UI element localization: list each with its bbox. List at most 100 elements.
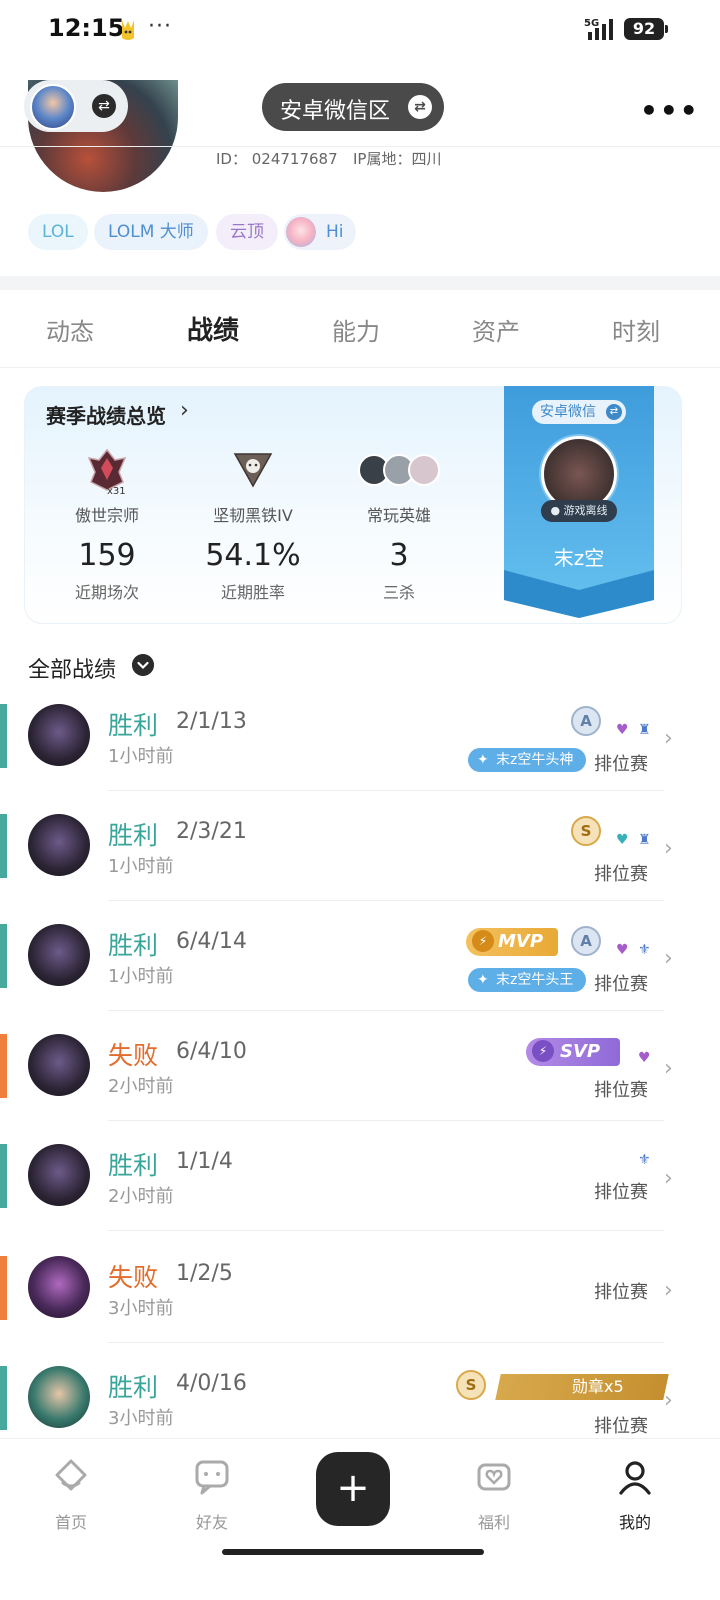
match-row[interactable]: 胜利 2/1/13 1小时前 A ♥ ♜ 末z空牛头神 排位赛 › — [0, 704, 720, 814]
svp-badge: SVP — [526, 1038, 620, 1066]
row-divider — [108, 1230, 664, 1231]
status-bar: 12:15 ··· 5G 92 — [0, 0, 720, 62]
stat-name: 傲世宗师 — [74, 506, 139, 525]
position-icon: ♥ — [616, 942, 629, 958]
match-result: 胜利 — [108, 1373, 159, 1402]
nav-label: 好友 — [195, 1513, 228, 1532]
hero-avatar — [28, 814, 90, 876]
match-result: 失败 — [108, 1263, 159, 1292]
chevron-right-icon: › — [664, 1056, 673, 1081]
chevron-right-icon: › — [664, 946, 673, 971]
tab-ability[interactable]: 能力 — [332, 312, 380, 347]
result-indicator — [0, 814, 7, 878]
grade-badge: A — [571, 706, 601, 736]
tab-moments[interactable]: 时刻 — [612, 312, 660, 347]
stat-value: 3 — [389, 538, 409, 573]
mvp-badge: MVP — [466, 928, 558, 956]
stat-caption: 三杀 — [382, 583, 415, 602]
match-time: 2小时前 — [108, 1186, 174, 1207]
result-indicator — [0, 704, 7, 768]
row-divider — [108, 1120, 664, 1121]
match-row[interactable]: 胜利 2/3/21 1小时前 S ♥ ♜ 排位赛 › — [0, 814, 720, 924]
nav-me[interactable]: 我的 — [595, 1457, 675, 1533]
nav-benefits[interactable]: 福利 — [454, 1457, 534, 1533]
match-kda: 1/2/5 — [176, 1261, 233, 1286]
title-badge: 末z空牛头神 — [468, 748, 586, 772]
result-indicator — [0, 1144, 7, 1208]
row-divider — [108, 900, 664, 901]
match-mode: 排位赛 — [594, 754, 648, 775]
hi-avatar — [286, 217, 316, 247]
hero-avatar — [28, 1034, 90, 1096]
chevron-right-icon: › — [664, 1388, 673, 1413]
chevron-right-icon: › — [664, 836, 673, 861]
tag-hi-label: Hi — [326, 222, 344, 242]
chevron-right-icon: › — [180, 398, 189, 423]
all-records-title[interactable]: 全部战绩 — [28, 652, 116, 684]
position-icon: ♥ — [638, 1050, 651, 1066]
chevron-down-icon[interactable] — [132, 654, 154, 676]
hero-avatar — [28, 924, 90, 986]
row-divider — [108, 1010, 664, 1011]
header-divider — [0, 146, 720, 147]
hero-avatar — [28, 1366, 90, 1428]
tag-hi[interactable]: Hi — [284, 214, 356, 250]
hero-avatar — [28, 704, 90, 766]
tag-tft[interactable]: 云顶 — [216, 214, 278, 250]
home-icon — [55, 1459, 87, 1491]
stat-caption: 近期场次 — [74, 583, 139, 602]
match-result: 胜利 — [108, 711, 159, 740]
region-label: 安卓微信区 — [280, 99, 391, 124]
signal-icon: 5G — [584, 18, 613, 40]
hero-avatar — [28, 1256, 90, 1318]
swap-icon: ⇄ — [408, 95, 432, 119]
tab-dynamics[interactable]: 动态 — [46, 312, 94, 347]
match-result: 胜利 — [108, 931, 159, 960]
stat-heroes: 常玩英雄 3 三杀 — [334, 448, 464, 603]
row-divider — [108, 1342, 664, 1343]
support-icon: ♜ — [638, 722, 651, 738]
stat-value: 54.1% — [205, 538, 301, 573]
match-row[interactable]: 失败 1/2/5 3小时前 排位赛 › — [0, 1256, 720, 1366]
swap-icon[interactable]: ⇄ — [92, 94, 116, 118]
iron-rank-icon — [233, 453, 273, 488]
profile-icon — [619, 1461, 651, 1495]
match-kda: 4/0/16 — [176, 1371, 247, 1396]
match-time: 3小时前 — [108, 1408, 174, 1429]
stat-winrate: 坚韧黑铁IV 54.1% 近期胜率 — [188, 448, 318, 603]
match-row[interactable]: 胜利 1/1/4 2小时前 ⚜ 排位赛 › — [0, 1144, 720, 1254]
support-icon: ⚜ — [638, 942, 651, 958]
result-indicator — [0, 1034, 7, 1098]
position-icon: ♥ — [616, 722, 629, 738]
chevron-right-icon: › — [664, 726, 673, 751]
stat-name: 坚韧黑铁IV — [213, 506, 293, 525]
grade-badge: S — [571, 816, 601, 846]
nav-friends[interactable]: 好友 — [172, 1457, 252, 1533]
match-row[interactable]: 失败 6/4/10 2小时前 SVP ♥ 排位赛 › — [0, 1034, 720, 1144]
match-result: 胜利 — [108, 821, 159, 850]
nav-home[interactable]: 首页 — [31, 1457, 111, 1533]
medal-badge: 勋章x5 — [495, 1374, 669, 1400]
hero-avatars-icon — [358, 454, 440, 486]
tab-records[interactable]: 战绩 — [187, 310, 239, 347]
stat-value: 159 — [78, 538, 136, 573]
match-kda: 1/1/4 — [176, 1149, 233, 1174]
stat-rank: 傲世宗师 159 近期场次 — [42, 448, 172, 603]
tab-assets[interactable]: 资产 — [472, 312, 520, 347]
season-title[interactable]: 赛季战绩总览 — [46, 400, 166, 429]
home-indicator — [222, 1549, 484, 1555]
tag-lol[interactable]: LOL — [28, 214, 88, 250]
match-mode: 排位赛 — [594, 1080, 648, 1101]
match-time: 3小时前 — [108, 1298, 174, 1319]
create-post-button[interactable]: + — [316, 1452, 390, 1526]
tag-lolm[interactable]: LOLM 大师 — [94, 214, 208, 250]
account-avatar[interactable] — [30, 84, 76, 130]
rank-count: x31 — [107, 486, 126, 497]
battery-tip — [665, 25, 668, 33]
section-gap — [0, 276, 720, 290]
match-row[interactable]: 胜利 6/4/14 1小时前 MVP A ♥ ⚜ 末z空牛头王 排位赛 › — [0, 924, 720, 1034]
match-time: 1小时前 — [108, 966, 174, 987]
region-selector[interactable]: 安卓微信区 ⇄ — [262, 83, 444, 131]
more-menu-button[interactable]: ••• — [640, 94, 700, 127]
online-status: ● 游戏离线 — [541, 500, 617, 522]
